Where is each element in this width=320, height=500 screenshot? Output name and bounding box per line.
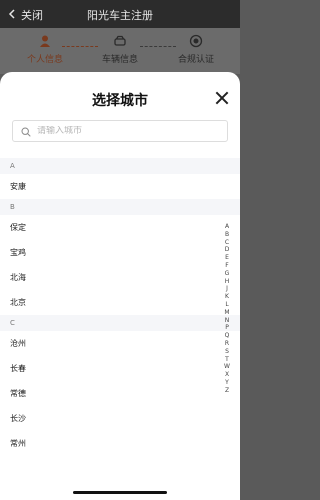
index-letter[interactable]: T: [222, 356, 232, 364]
index-letter[interactable]: L: [222, 301, 232, 309]
index-letter[interactable]: X: [222, 371, 232, 379]
index-letter[interactable]: K: [222, 293, 232, 301]
index-letter[interactable]: J: [222, 285, 232, 293]
index-letter[interactable]: Y: [222, 379, 232, 387]
alphabet-index[interactable]: ABCDEFGHJKLMNPQRSTWXYZ: [222, 223, 232, 395]
page-title: 阳光车主注册: [87, 9, 153, 22]
search-input[interactable]: [37, 126, 217, 136]
city-item[interactable]: 长春: [0, 356, 240, 381]
index-letter[interactable]: F: [222, 262, 232, 270]
city-item[interactable]: 北海: [0, 265, 240, 290]
step-label: 个人信息: [26, 55, 63, 65]
person-icon: [38, 34, 52, 48]
top-header: 关闭 阳光车主注册: [0, 0, 240, 28]
search-icon: [21, 122, 31, 141]
step-label: 车辆信息: [101, 55, 138, 65]
index-letter[interactable]: Z: [222, 387, 232, 395]
city-item[interactable]: 沧州: [0, 331, 240, 356]
city-list: A 安康 B 保定 宝鸡 北海 北京 C 沧州 长春 常德 长沙 常州: [0, 158, 240, 456]
index-letter[interactable]: M: [222, 309, 232, 317]
car-icon: [113, 34, 127, 48]
step-indicator: 个人信息 车辆信息 合规认证: [0, 28, 240, 74]
index-letter[interactable]: C: [222, 239, 232, 247]
city-item[interactable]: 长沙: [0, 406, 240, 431]
group-header: B: [0, 199, 240, 215]
index-letter[interactable]: D: [222, 246, 232, 254]
index-letter[interactable]: P: [222, 324, 232, 332]
shield-check-icon: [189, 34, 203, 48]
city-item[interactable]: 宝鸡: [0, 240, 240, 265]
city-item[interactable]: 常德: [0, 381, 240, 406]
city-picker-sheet: 选择城市 A 安康 B 保定 宝鸡 北海 北京 C 沧州 长春 常德 长沙 常州…: [0, 72, 240, 500]
city-item[interactable]: 保定: [0, 215, 240, 240]
index-letter[interactable]: E: [222, 254, 232, 262]
city-item[interactable]: 常州: [0, 431, 240, 456]
step-label: 合规认证: [177, 55, 214, 65]
index-letter[interactable]: R: [222, 340, 232, 348]
home-indicator: [73, 491, 167, 494]
step-personal-info: 个人信息: [10, 34, 80, 65]
close-icon[interactable]: [214, 90, 230, 106]
step-compliance: 合规认证: [161, 34, 231, 65]
city-item[interactable]: 北京: [0, 290, 240, 315]
step-vehicle-info: 车辆信息: [85, 34, 155, 65]
index-letter[interactable]: Q: [222, 332, 232, 340]
index-letter[interactable]: B: [222, 231, 232, 239]
group-header: A: [0, 158, 240, 174]
city-item[interactable]: 安康: [0, 174, 240, 199]
index-letter[interactable]: W: [222, 363, 232, 371]
sheet-title: 选择城市: [92, 93, 148, 109]
index-letter[interactable]: A: [222, 223, 232, 231]
index-letter[interactable]: G: [222, 270, 232, 278]
index-letter[interactable]: H: [222, 278, 232, 286]
group-header: C: [0, 315, 240, 331]
index-letter[interactable]: N: [222, 317, 232, 325]
index-letter[interactable]: S: [222, 348, 232, 356]
search-box[interactable]: [12, 120, 228, 142]
